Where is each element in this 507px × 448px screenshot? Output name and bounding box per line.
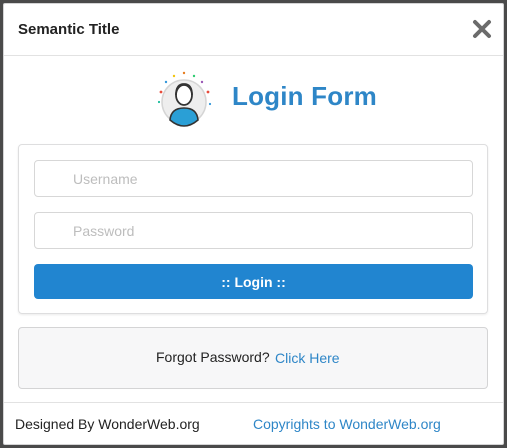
username-input[interactable] bbox=[35, 161, 472, 196]
forgot-password-text: Forgot Password? bbox=[156, 349, 270, 365]
login-modal: Semantic Title Login Form Username:: Lo… bbox=[3, 3, 504, 445]
modal-title: Semantic Title bbox=[18, 21, 120, 38]
modal-footer: Designed By WonderWeb.org Copyrights to … bbox=[4, 402, 503, 444]
forgot-password-panel: Forgot Password? Click Here bbox=[18, 327, 488, 389]
designed-by-text: Designed By WonderWeb.org bbox=[15, 416, 200, 432]
brand-title: Login Form bbox=[232, 81, 377, 111]
password-field bbox=[34, 212, 473, 249]
username-field bbox=[34, 160, 473, 197]
copyright-link[interactable]: Copyrights to WonderWeb.org bbox=[253, 416, 441, 432]
login-form: :: Login :: bbox=[18, 144, 488, 314]
password-input[interactable] bbox=[35, 213, 472, 248]
user-avatar-icon bbox=[154, 70, 218, 130]
login-button[interactable]: :: Login :: bbox=[34, 264, 473, 299]
close-icon[interactable] bbox=[471, 18, 493, 40]
forgot-password-link[interactable]: Click Here bbox=[275, 350, 340, 366]
modal-header: Semantic Title bbox=[4, 4, 503, 56]
